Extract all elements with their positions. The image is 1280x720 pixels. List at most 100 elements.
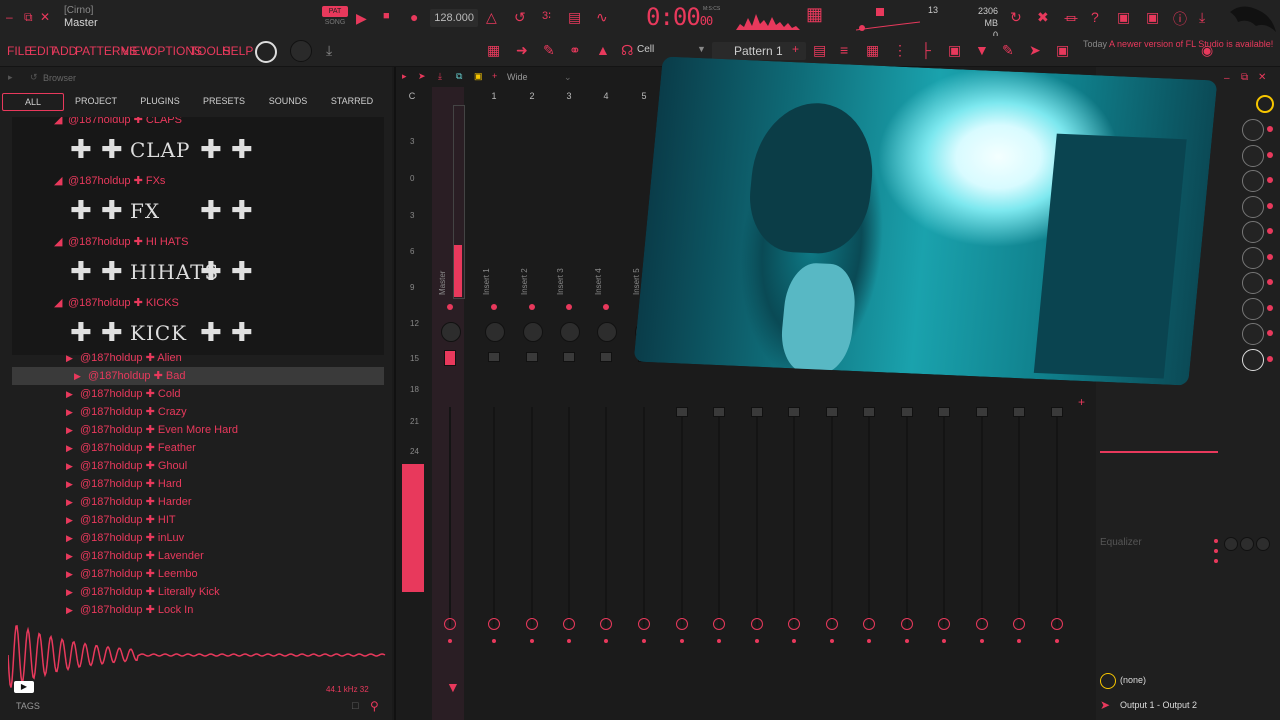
mixer-icon[interactable]: ⋮ [893,42,907,59]
volume-fader[interactable] [938,407,950,417]
pan-knob[interactable] [523,322,543,342]
plugin-picker-icon[interactable]: ▼ [975,42,989,58]
route-dot[interactable] [755,639,759,643]
route-dot[interactable] [680,639,684,643]
piano-roll-icon[interactable]: ▦ [487,42,500,59]
tab-project[interactable]: PROJECT [70,93,122,109]
folder-item[interactable]: ◢ @187holdup ✚ HI HATS [12,233,384,251]
eq-band-dot[interactable] [1214,559,1218,563]
route-knob[interactable] [788,618,800,630]
slot-enable-toggle[interactable] [1267,151,1273,158]
mute-toggle[interactable] [566,304,572,310]
tempo-display[interactable]: 128.000 [430,9,478,27]
mute-toggle[interactable] [603,304,609,310]
close-icon[interactable]: ✕ [40,10,50,24]
notice-text[interactable]: A newer version of FL Studio is availabl… [1109,39,1273,49]
slot-mix-knob[interactable] [1242,348,1264,371]
slot-enable-toggle[interactable] [1267,126,1273,132]
tags-label[interactable]: TAGS [16,701,40,711]
file-item[interactable]: ▶ @187holdup ✚ Literally Kick [12,583,384,601]
tab-sounds[interactable]: SOUNDS [262,93,314,109]
slot-enable-toggle[interactable] [1267,228,1273,234]
route-dot[interactable] [942,639,946,643]
route-knob[interactable] [444,618,456,630]
route-knob[interactable] [713,618,725,630]
eq-band-knob[interactable] [1240,537,1254,551]
play-icon[interactable]: ▶ [356,10,367,27]
pat-label[interactable]: PAT [322,6,348,17]
piano-roll-view-icon[interactable]: ▦ [866,42,879,59]
file-item[interactable]: ▶ @187holdup ✚ inLuv [12,529,384,547]
output-selector[interactable]: Output 1 - Output 2 [1120,700,1197,710]
route-dot[interactable] [530,639,534,643]
mute-toggle[interactable] [447,304,453,310]
pan-knob[interactable] [597,322,617,342]
chevron-down-icon[interactable]: ▼ [697,44,706,54]
menu-help[interactable]: HELP [222,44,253,58]
info-icon[interactable]: ⓘ [1173,9,1187,29]
route-dot[interactable] [867,639,871,643]
input-selector[interactable]: (none) [1120,675,1146,685]
slot-enable-toggle[interactable] [1267,330,1273,336]
mixer-down-icon[interactable]: ⤓ [438,71,442,82]
slot-mix-knob[interactable] [1242,297,1264,320]
file-item[interactable]: ▶ @187holdup ✚ Leembo [12,565,384,583]
clock-icon[interactable] [1256,95,1274,113]
loop-record-icon[interactable]: ↺ [514,9,526,26]
headphones-icon[interactable]: ☊ [621,42,633,59]
tab-presets[interactable]: PRESETS [198,93,250,109]
slot-enable-toggle[interactable] [1267,355,1273,362]
route-dot[interactable] [830,639,834,643]
file-item[interactable]: ▶ @187holdup ✚ Crazy [12,403,384,421]
route-knob[interactable] [863,618,875,630]
browser-icon[interactable]: ├ [921,42,931,58]
route-dot[interactable] [448,639,452,643]
file-item[interactable]: ▶ @187holdup ✚ Hard [12,475,384,493]
save-icon[interactable]: ▣ [1117,9,1130,26]
route-dot[interactable] [492,639,496,643]
tab-all[interactable]: ALL [2,93,64,111]
minimize-icon[interactable]: – [6,10,13,24]
route-knob[interactable] [488,618,500,630]
route-dot[interactable] [905,639,909,643]
pan-knob[interactable] [560,322,580,342]
main-volume-knob[interactable] [255,41,277,63]
volume-fader[interactable] [976,407,988,417]
volume-fader[interactable] [713,407,725,417]
folder-item[interactable]: ◢ @187holdup ✚ KICKS [12,294,384,312]
route-dot[interactable] [1017,639,1021,643]
route-knob[interactable] [600,618,612,630]
route-dot[interactable] [642,639,646,643]
slot-mix-knob[interactable] [1242,246,1264,269]
playlist-icon[interactable]: ▤ [813,42,826,59]
insert-label[interactable]: Insert 1 [482,268,491,295]
slot-enable-toggle[interactable] [1267,202,1273,209]
slot-mix-knob[interactable] [1242,272,1264,294]
scroll-down-icon[interactable]: ▼ [446,679,460,695]
route-knob[interactable] [638,618,650,630]
snap-cell-label[interactable]: Cell [637,44,654,55]
route-dot[interactable] [980,639,984,643]
route-dot[interactable] [604,639,608,643]
step-edit-icon[interactable]: 3∶ [542,9,551,22]
file-item[interactable]: ▶ @187holdup ✚ Ghoul [12,457,384,475]
pan-knob[interactable] [485,322,505,342]
help-icon[interactable]: ? [1091,9,1099,25]
wait-for-input-icon[interactable]: ∿ [596,9,608,26]
add-track-icon[interactable]: + [1078,395,1085,409]
file-item[interactable]: ▶ @187holdup ✚ Even More Hard [12,421,384,439]
stamp-icon[interactable]: ▲ [596,42,610,58]
eq-band-dot[interactable] [1214,549,1218,553]
keyboard-typing-icon[interactable]: ▤ [568,9,581,26]
slot-mix-knob[interactable] [1242,170,1264,192]
volume-fader[interactable] [600,352,612,362]
volume-fader[interactable] [444,350,456,366]
undo-history-icon[interactable]: ↻ [1010,9,1022,26]
main-pitch-knob[interactable] [290,40,312,62]
route-dot[interactable] [717,639,721,643]
plugin-icon[interactable]: ▣ [1146,9,1159,26]
route-knob[interactable] [751,618,763,630]
arrow-right-icon[interactable]: ➜ [516,42,528,59]
metronome-icon[interactable]: △ [486,9,497,26]
globe-icon[interactable]: ◉ [1201,42,1213,59]
